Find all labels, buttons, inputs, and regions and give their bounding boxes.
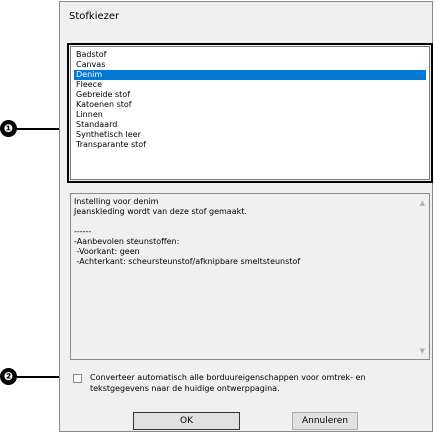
fabric-list-item-synthetisch-leer[interactable]: Synthetisch leer xyxy=(74,130,426,140)
fabric-info-text: Instelling voor denim Jeanskleding wordt… xyxy=(74,197,301,266)
fabric-selector-dialog: Stofkiezer Badstof Canvas Denim Fleece G… xyxy=(59,1,433,432)
ok-button[interactable]: OK xyxy=(133,412,240,430)
cancel-button[interactable]: Annuleren xyxy=(292,412,358,430)
fabric-list-item-transparante-stof[interactable]: Transparante stof xyxy=(74,140,426,150)
auto-convert-checkbox[interactable] xyxy=(73,374,82,383)
callout-1: ❶ xyxy=(0,120,17,137)
fabric-list[interactable]: Badstof Canvas Denim Fleece Gebreide sto… xyxy=(70,46,430,180)
auto-convert-label[interactable]: Converteer automatisch alle borduureigen… xyxy=(90,372,425,394)
fabric-list-item-linnen[interactable]: Linnen xyxy=(74,110,426,120)
dialog-title: Stofkiezer xyxy=(69,11,120,22)
callout-2: ❷ xyxy=(0,368,17,385)
fabric-list-item-standaard[interactable]: Standaard xyxy=(74,120,426,130)
fabric-list-item-fleece[interactable]: Fleece xyxy=(74,80,426,90)
fabric-list-item-gebreide-stof[interactable]: Gebreide stof xyxy=(74,90,426,100)
fabric-list-item-canvas[interactable]: Canvas xyxy=(74,60,426,70)
callout-1-leader-line xyxy=(17,128,59,130)
fabric-info-textbox: Instelling voor denim Jeanskleding wordt… xyxy=(70,193,430,360)
scroll-down-icon[interactable]: ▼ xyxy=(420,347,425,355)
callout-2-leader-line xyxy=(17,376,65,378)
fabric-list-item-katoenen-stof[interactable]: Katoenen stof xyxy=(74,100,426,110)
scroll-up-icon[interactable]: ▲ xyxy=(420,199,425,207)
fabric-list-item-denim[interactable]: Denim xyxy=(74,70,426,80)
fabric-list-item-badstof[interactable]: Badstof xyxy=(74,50,426,60)
